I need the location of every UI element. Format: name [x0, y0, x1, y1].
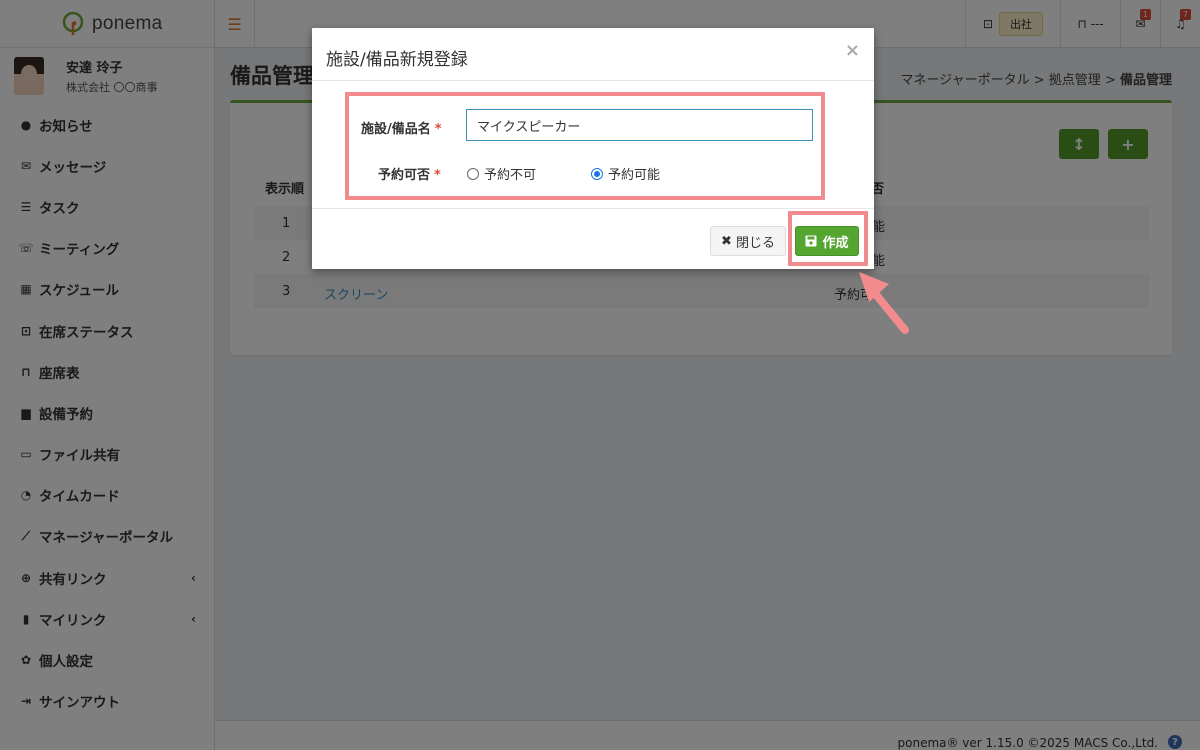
radio-not-reservable[interactable]: 予約不可 [467, 164, 536, 183]
radio-label: 予約可能 [608, 168, 661, 183]
name-label-text: 施設/備品名 [361, 122, 431, 137]
reservation-label: 予約可否 * [378, 164, 441, 183]
close-icon[interactable]: × [845, 40, 860, 61]
create-button[interactable]: 作成 [795, 226, 859, 256]
create-button-label: 作成 [822, 235, 849, 251]
equipment-name-input[interactable] [466, 109, 813, 141]
required-mark: * [434, 168, 441, 183]
modal-footer: ✖ 閉じる 作成 [312, 208, 874, 269]
close-x-icon: ✖ [721, 233, 732, 249]
close-button[interactable]: ✖ 閉じる [710, 226, 786, 256]
modal-header: 施設/備品新規登録 × [312, 28, 874, 81]
radio-label: 予約不可 [484, 168, 537, 183]
modal-title: 施設/備品新規登録 [326, 50, 468, 70]
radio-circle [467, 167, 479, 180]
save-icon [805, 235, 817, 247]
radio-circle-checked [591, 167, 603, 180]
name-label: 施設/備品名 * [361, 118, 442, 137]
reservation-label-text: 予約可否 [378, 168, 431, 183]
pointer-arrow-icon [859, 272, 909, 334]
radio-reservable[interactable]: 予約可能 [591, 164, 660, 183]
required-mark: * [434, 122, 442, 137]
new-equipment-modal: 施設/備品新規登録 × 施設/備品名* 予約可否* 予約不可 予約可能 ✖ 閉じ… [312, 28, 874, 269]
close-button-label: 閉じる [735, 235, 775, 251]
